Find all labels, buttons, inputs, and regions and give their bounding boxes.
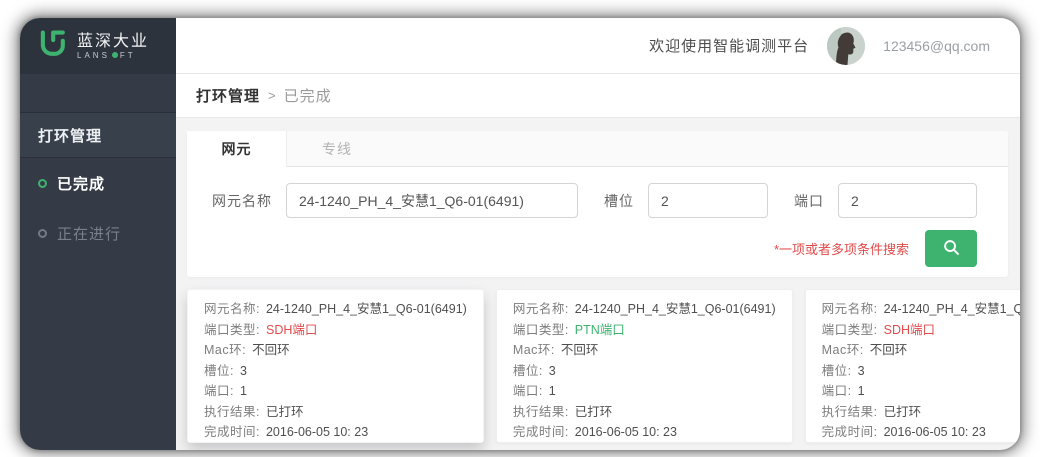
search-form: 网元名称 槽位 端口 *一项或者多项条件搜索 xyxy=(187,167,1008,277)
card-field-value: 24-1240_PH_4_安慧1_Q6-01(6491) xyxy=(883,302,1020,316)
user-email: 123456@qq.com xyxy=(883,37,990,54)
status-ring-icon xyxy=(38,228,47,238)
port-type-badge: SDH端口 xyxy=(265,322,318,337)
card-field-label: 端口类型: xyxy=(821,322,878,337)
logo-dot-icon xyxy=(111,52,118,58)
card-field-value: 2016-06-05 10: 23 xyxy=(883,425,986,439)
port-type-badge: SDH端口 xyxy=(883,322,936,337)
port-input[interactable] xyxy=(838,183,977,218)
breadcrumb-separator: > xyxy=(268,88,276,103)
card-field-value: 不回环 xyxy=(252,343,290,357)
card-field-value: 1 xyxy=(857,384,865,398)
welcome-text: 欢迎使用智能调测平台 xyxy=(649,38,810,55)
card-field-value: 1 xyxy=(239,384,247,398)
status-ring-icon xyxy=(38,178,47,188)
ne-name-label: 网元名称 xyxy=(212,192,272,209)
card-field-value: 2016-06-05 10: 23 xyxy=(574,425,677,439)
card-field-value: 3 xyxy=(548,363,556,378)
result-card: 网元名称: 24-1240_PH_4_安慧1_Q6-01(6491) 端口类型: S… xyxy=(187,289,484,443)
card-field-value: 3 xyxy=(239,363,247,378)
top-header: 欢迎使用智能调测平台 123456@qq.com xyxy=(176,18,1020,74)
results-row: 网元名称: 24-1240_PH_4_安慧1_Q6-01(6491) 端口类型: S… xyxy=(187,289,1020,443)
card-field-label: 端口类型: xyxy=(204,322,260,337)
card-field-label: 网元名称: xyxy=(821,302,878,316)
card-field-value: 24-1240_PH_4_安慧1_Q6-01(6491) xyxy=(265,302,467,316)
card-field-label: Mac环: xyxy=(512,343,555,357)
card-field-label: 槽位: xyxy=(821,363,852,378)
card-field-label: 完成时间: xyxy=(512,425,569,439)
sidebar-group-label: 打环管理 xyxy=(38,127,103,145)
card-field-value: 已打环 xyxy=(574,404,613,419)
breadcrumb-section[interactable]: 打环管理 xyxy=(196,85,260,106)
tab-network-element[interactable]: 网元 xyxy=(187,131,287,167)
sidebar: 打环管理 已完成 正在进行 xyxy=(20,74,176,450)
card-field-label: 端口类型: xyxy=(512,322,569,337)
card-field-value: 24-1240_PH_4_安慧1_Q6-01(6491) xyxy=(574,302,776,316)
card-field-value: 已打环 xyxy=(265,404,304,419)
content-region: 网元 专线 网元名称 槽位 xyxy=(176,118,1020,450)
sidebar-item-label: 正在进行 xyxy=(57,225,122,243)
app-window: 蓝深大业 LANS FT 欢迎使用智能调测平台 123456@qq.com 打环管… xyxy=(20,18,1020,450)
sidebar-item-in-progress[interactable]: 正在进行 xyxy=(20,208,176,258)
card-field-label: 完成时间: xyxy=(204,425,260,439)
breadcrumb-current: 已完成 xyxy=(283,88,332,105)
slot-label: 槽位 xyxy=(604,192,634,209)
result-card: 网元名称: 24-1240_PH_4_安慧1_Q6-01(6491) 端口类型: P… xyxy=(495,289,793,443)
lansoft-monogram-icon xyxy=(36,27,69,65)
filter-panel: 网元 专线 网元名称 槽位 xyxy=(187,131,1008,277)
user-avatar[interactable] xyxy=(827,26,866,65)
search-hint-text: *一项或者多项条件搜索 xyxy=(773,242,909,257)
ne-name-input[interactable] xyxy=(286,183,578,218)
card-field-value: 已打环 xyxy=(883,404,922,419)
slot-input[interactable] xyxy=(648,183,768,218)
card-field-value: 不回环 xyxy=(560,343,599,357)
card-field-label: 端口: xyxy=(204,384,234,398)
brand-logo[interactable]: 蓝深大业 LANS FT xyxy=(20,18,176,74)
card-field-label: 执行结果: xyxy=(821,404,878,419)
card-field-label: 执行结果: xyxy=(512,404,569,419)
search-icon xyxy=(942,238,961,260)
card-field-label: 槽位: xyxy=(204,363,234,378)
card-field-label: 网元名称: xyxy=(204,302,260,316)
search-button[interactable] xyxy=(925,230,977,267)
card-field-label: 槽位: xyxy=(512,363,543,378)
card-field-value: 1 xyxy=(548,384,556,398)
tab-label: 网元 xyxy=(221,140,252,157)
port-type-badge: PTN端口 xyxy=(574,322,625,337)
tab-bar: 网元 专线 xyxy=(187,131,1008,167)
card-field-label: 网元名称: xyxy=(512,302,569,316)
card-field-label: Mac环: xyxy=(821,343,864,357)
sidebar-item-completed[interactable]: 已完成 xyxy=(20,158,176,208)
card-field-label: 完成时间: xyxy=(821,425,878,439)
sidebar-item-label: 已完成 xyxy=(57,175,106,193)
card-field-label: 执行结果: xyxy=(204,404,260,419)
card-field-label: Mac环: xyxy=(204,343,247,357)
sidebar-group-loop-management[interactable]: 打环管理 xyxy=(20,112,176,158)
breadcrumb: 打环管理 > 已完成 xyxy=(176,74,1020,118)
card-field-value: 不回环 xyxy=(869,343,908,357)
brand-name-en: LANS FT xyxy=(77,50,136,60)
card-field-value: 2016-06-05 10: 23 xyxy=(265,425,369,439)
result-card: 网元名称: 24-1240_PH_4_安慧1_Q6-01(6491) 端口类型: S… xyxy=(804,289,1020,443)
card-field-label: 端口: xyxy=(512,384,543,398)
card-field-value: 3 xyxy=(857,363,865,378)
port-label: 端口 xyxy=(794,192,824,209)
card-field-label: 端口: xyxy=(821,384,852,398)
tab-dedicated-line[interactable]: 专线 xyxy=(287,131,387,166)
tab-label: 专线 xyxy=(322,140,352,157)
main-area: 打环管理 > 已完成 网元 专线 网元名称 24-1240_PH_4_安慧1_Q… xyxy=(176,74,1020,450)
brand-name-cn: 蓝深大业 xyxy=(77,32,150,50)
